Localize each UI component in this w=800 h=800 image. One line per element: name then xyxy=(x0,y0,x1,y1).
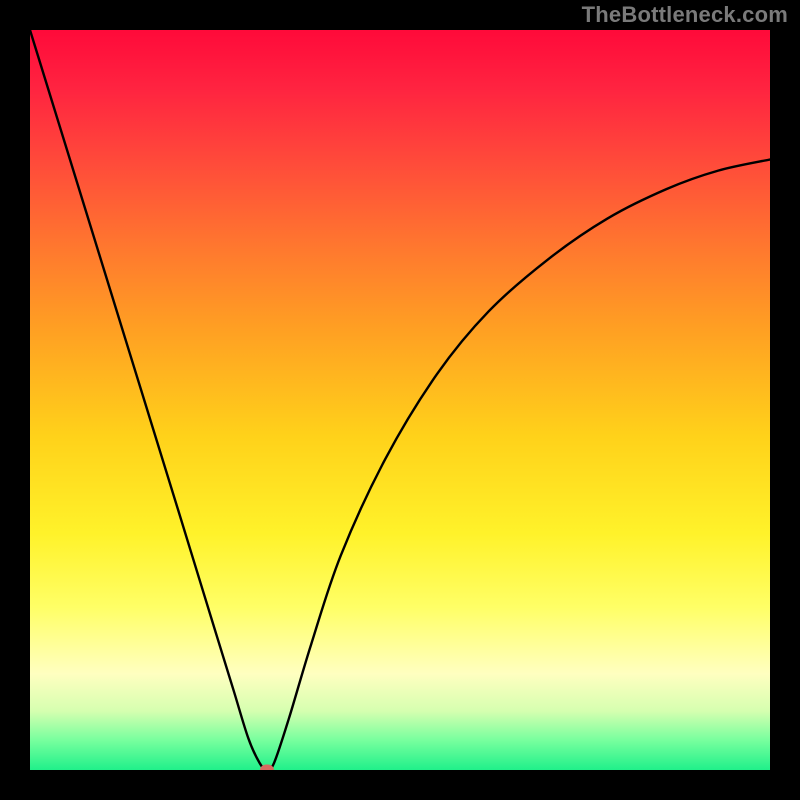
chart-frame: TheBottleneck.com xyxy=(0,0,800,800)
plot-area xyxy=(30,30,770,770)
watermark-text: TheBottleneck.com xyxy=(582,2,788,28)
optimal-point-marker xyxy=(260,765,274,771)
bottleneck-curve xyxy=(30,30,770,770)
